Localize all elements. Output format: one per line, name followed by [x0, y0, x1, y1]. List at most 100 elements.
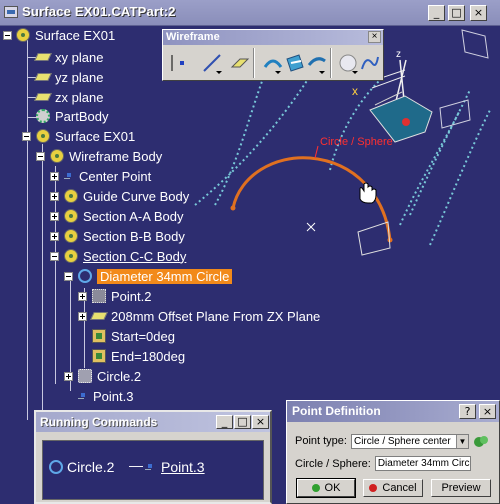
offset-tool-button[interactable]	[302, 48, 332, 78]
expand-toggle[interactable]	[50, 192, 59, 201]
panel-maximize-button[interactable]: □	[234, 415, 251, 429]
tree-item-diameter-34mm-circle[interactable]: Diameter 34mm Circle	[64, 267, 233, 285]
collapse-toggle[interactable]	[36, 152, 45, 161]
running-command-circle-2[interactable]: Circle.2	[49, 459, 114, 475]
body-icon	[64, 249, 78, 263]
expand-toggle[interactable]	[50, 212, 59, 221]
ok-icon	[311, 484, 320, 492]
line-icon	[203, 54, 222, 74]
tree-item-label: Section C-C Body	[83, 248, 187, 264]
tree-item-label: Section A-A Body	[83, 208, 184, 224]
body-icon	[50, 149, 64, 163]
collapse-toggle[interactable]	[64, 272, 73, 281]
circle-sphere-row: Circle / Sphere: Diameter 34mm Circ	[295, 456, 471, 471]
tree-item-label: PartBody	[55, 108, 109, 124]
window-title: Surface EX01.CATPart:2	[22, 4, 176, 19]
plane-icon	[34, 53, 52, 61]
expand-toggle[interactable]	[78, 292, 87, 301]
tree-item-section-a-a-body[interactable]: Section A-A Body	[50, 207, 183, 225]
panel-close-button[interactable]: ×	[252, 415, 269, 429]
tree-item-surface-ex01-root[interactable]: Surface EX01	[3, 26, 115, 44]
minimize-button[interactable]: _	[428, 5, 445, 21]
tree-item-label: Section B-B Body	[83, 228, 185, 244]
tree-item-yz-plane[interactable]: yz plane	[34, 68, 104, 86]
tree-item-zx-plane[interactable]: zx plane	[34, 88, 104, 106]
spline-tool-button[interactable]	[355, 48, 385, 78]
spline-icon	[361, 56, 379, 70]
toolbar-title: Wireframe	[163, 30, 383, 45]
tree-item-label: Center Point	[79, 168, 152, 184]
expand-toggle[interactable]	[50, 172, 59, 181]
tree-item-xy-plane[interactable]: xy plane	[34, 48, 104, 66]
tree-item-label: Guide Curve Body	[83, 188, 190, 204]
command-separator: —	[129, 457, 143, 473]
expand-toggle[interactable]	[78, 312, 87, 321]
tree-item-section-b-b-body[interactable]: Section B-B Body	[50, 227, 185, 245]
plane-tool-button[interactable]	[223, 48, 253, 78]
tree-item-section-c-c-body[interactable]: Section C-C Body	[50, 247, 186, 265]
body-icon	[36, 129, 50, 143]
point-icon	[78, 391, 88, 401]
axis-x-label: x	[352, 84, 358, 98]
expand-toggle[interactable]	[64, 372, 73, 381]
preview-button[interactable]: Preview	[431, 479, 491, 497]
collapse-toggle[interactable]	[22, 132, 31, 141]
dialog-close-button[interactable]: ×	[479, 404, 496, 419]
wireframe-toolbar[interactable]: Wireframe ×	[162, 29, 384, 81]
tree-item-label: yz plane	[55, 69, 104, 85]
tree-item-point-2[interactable]: Point.2	[78, 287, 151, 305]
tree-item-guide-curve-body[interactable]: Guide Curve Body	[50, 187, 189, 205]
tree-item-end-180deg[interactable]: End=180deg	[92, 347, 185, 365]
tree-item-label: zx plane	[55, 89, 104, 105]
plane-icon	[90, 312, 108, 320]
tree-item-label: Point.2	[111, 288, 152, 304]
running-commands-list: Circle.2 — Point.3	[42, 440, 264, 500]
tree-item-label: 208mm Offset Plane From ZX Plane	[111, 308, 321, 324]
tree-item-wireframe-body[interactable]: Wireframe Body	[36, 147, 162, 165]
hand-cursor-icon	[359, 182, 377, 204]
part-icon	[16, 28, 30, 42]
point-type-select[interactable]: Circle / Sphere center ▼	[350, 433, 469, 449]
tree-item-label: Point.3	[93, 388, 134, 404]
circle-icon	[49, 460, 63, 474]
panel-minimize-button[interactable]: _	[216, 415, 233, 429]
lock-point-type-icon[interactable]	[472, 433, 490, 449]
tree-item-label: Circle.2	[97, 368, 142, 384]
plane-icon	[34, 93, 52, 101]
running-command-point-3[interactable]: Point.3	[145, 459, 205, 475]
chevron-down-icon: ▼	[455, 434, 468, 448]
point-tool-button[interactable]	[167, 48, 197, 78]
expand-toggle[interactable]	[50, 232, 59, 241]
title-bar: Surface EX01.CATPart:2 _ □ ×	[0, 0, 500, 26]
tree-item-center-point[interactable]: Center Point	[50, 167, 151, 185]
tree-item-offset-plane[interactable]: 208mm Offset Plane From ZX Plane	[78, 307, 320, 325]
circle-icon	[78, 269, 92, 283]
body-icon	[64, 209, 78, 223]
collapse-toggle[interactable]	[3, 31, 12, 40]
tree-item-point-3[interactable]: Point.3	[78, 387, 133, 405]
parameter-icon	[92, 349, 106, 363]
tree-item-circle-2[interactable]: Circle.2	[64, 367, 141, 385]
point-icon	[145, 462, 155, 472]
parameter-icon	[92, 329, 106, 343]
cancel-button[interactable]: Cancel	[363, 479, 423, 497]
help-button[interactable]: ?	[459, 404, 476, 419]
partbody-icon	[36, 109, 50, 123]
running-commands-panel: Running Commands _ □ × Circle.2 — Point.…	[34, 410, 272, 504]
tree-item-partbody[interactable]: PartBody	[36, 107, 108, 125]
circle-sphere-field[interactable]: Diameter 34mm Circ	[374, 456, 471, 471]
point-definition-dialog: Point Definition ? × Point type: Circle …	[286, 400, 500, 504]
tree-item-start-0deg[interactable]: Start=0deg	[92, 327, 175, 345]
maximize-button[interactable]: □	[448, 5, 465, 21]
body-icon	[64, 189, 78, 203]
point-icon	[64, 171, 74, 181]
close-button[interactable]: ×	[470, 5, 487, 21]
tree-item-surface-ex01-body[interactable]: Surface EX01	[22, 127, 135, 145]
circle-box-icon	[78, 369, 92, 383]
collapse-toggle[interactable]	[50, 252, 59, 261]
tree-item-label: xy plane	[55, 49, 104, 65]
toolbar-close-button[interactable]: ×	[368, 31, 381, 43]
tree-item-label: End=180deg	[111, 348, 186, 364]
point-icon	[171, 55, 184, 71]
ok-button[interactable]: OK	[296, 478, 356, 498]
